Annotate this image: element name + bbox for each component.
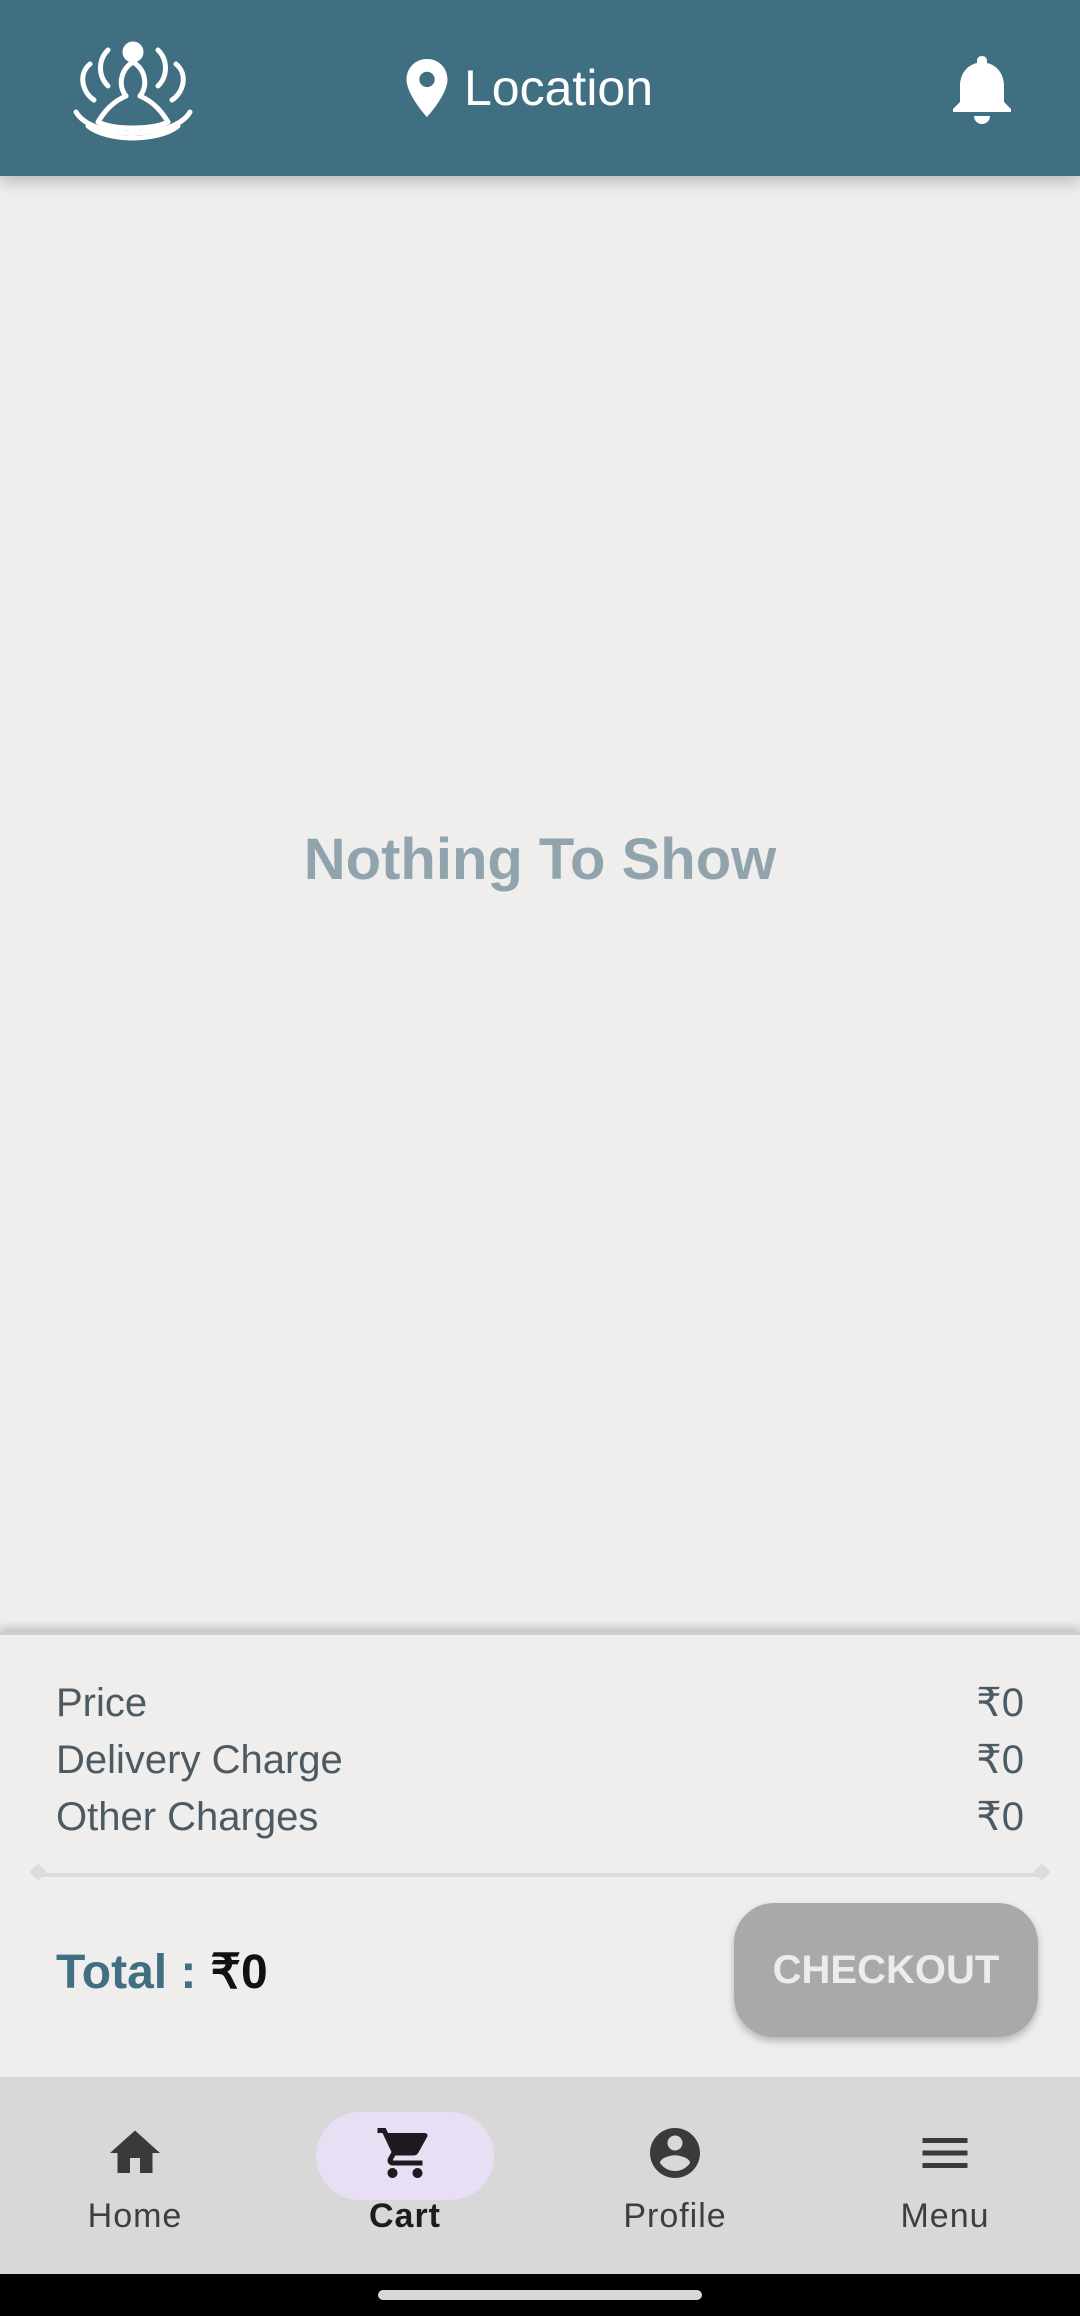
delivery-charge-row: Delivery Charge ₹0 (56, 1734, 1024, 1786)
other-charges-row: Other Charges ₹0 (56, 1791, 1024, 1843)
gesture-handle[interactable] (378, 2290, 702, 2300)
system-navigation-bar (0, 2274, 1080, 2316)
price-value: ₹0 (976, 1681, 1024, 1725)
summary-divider (36, 1873, 1044, 1877)
price-label: Price (56, 1680, 148, 1725)
lotus-logo-icon[interactable] (68, 30, 198, 142)
cart-icon (377, 2128, 428, 2178)
nav-item-profile[interactable]: Profile (540, 2077, 810, 2274)
price-row: Price ₹0 (56, 1677, 1024, 1729)
bell-icon[interactable] (950, 52, 1014, 124)
nav-label-menu: Menu (900, 2197, 990, 2235)
bottom-navigation: Home Cart Profile Menu (0, 2077, 1080, 2274)
cart-content-area: Nothing To Show (0, 176, 1080, 1632)
total-amount: Total : ₹0 (56, 1937, 268, 2007)
nav-label-cart: Cart (368, 2197, 442, 2235)
price-summary-panel: Price ₹0 Delivery Charge ₹0 Other Charge… (0, 1632, 1080, 2077)
app-root: Location Nothing To Show Price ₹0 Delive… (0, 0, 1080, 2316)
delivery-charge-value: ₹0 (976, 1738, 1024, 1782)
delivery-charge-label: Delivery Charge (56, 1737, 343, 1782)
nav-item-home[interactable]: Home (0, 2077, 270, 2274)
menu-icon (922, 2138, 968, 2168)
map-pin-icon (406, 59, 448, 117)
nav-label-home: Home (87, 2197, 183, 2235)
nav-label-profile: Profile (623, 2197, 727, 2235)
top-app-bar: Location (0, 0, 1080, 176)
other-charges-label: Other Charges (56, 1794, 319, 1839)
nav-item-cart[interactable]: Cart (270, 2077, 540, 2274)
checkout-button[interactable]: CHECKOUT (734, 1903, 1038, 2037)
location-label: Location (464, 60, 654, 116)
total-label: Total : (56, 1945, 197, 1999)
home-icon (110, 2130, 160, 2173)
empty-state-message: Nothing To Show (303, 826, 777, 892)
nav-item-menu[interactable]: Menu (810, 2077, 1080, 2274)
profile-icon (650, 2128, 700, 2178)
total-value: ₹0 (210, 1946, 268, 1999)
other-charges-value: ₹0 (976, 1795, 1024, 1839)
location-selector[interactable]: Location (406, 56, 653, 120)
